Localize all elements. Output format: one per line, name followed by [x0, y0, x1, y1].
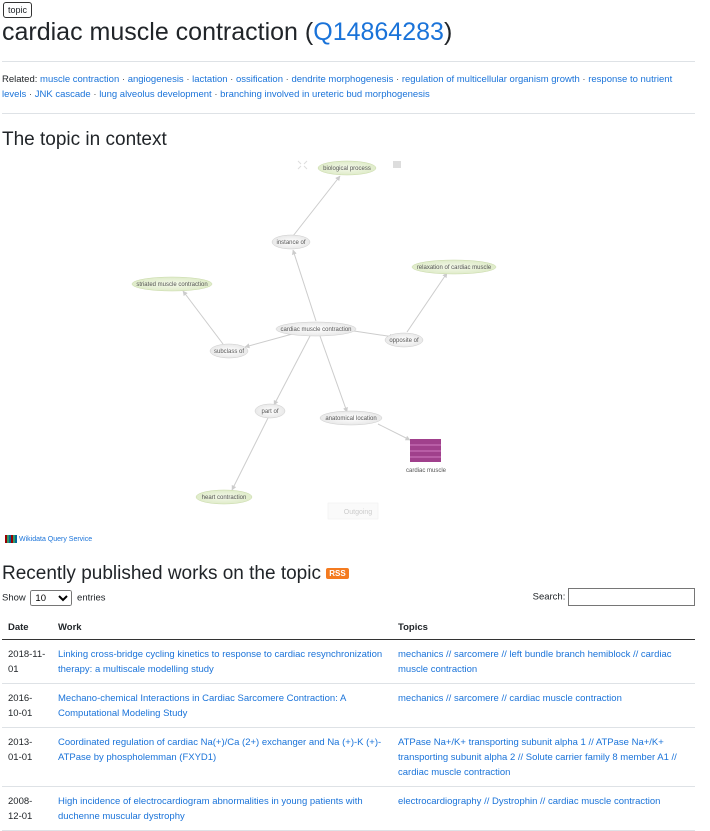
topic-badge: topic	[3, 2, 33, 18]
graph-edge	[273, 335, 311, 406]
work-column-header[interactable]: Work	[52, 617, 392, 640]
show-label: Show	[2, 592, 26, 604]
search-box: Search:	[533, 588, 695, 606]
related-link[interactable]: muscle contraction	[40, 74, 119, 85]
page-title: cardiac muscle contraction (Q14864283)	[2, 18, 452, 47]
work-link[interactable]: High incidence of electrocardiogram abno…	[58, 796, 363, 822]
svg-text:anatomical location: anatomical location	[325, 416, 376, 422]
title-open-paren: (	[297, 18, 314, 46]
table-row: 2016-10-01 Mechano-chemical Interactions…	[2, 683, 695, 728]
works-heading: Recently published works on the topic RS…	[2, 563, 349, 585]
graph-node-anatomical-location[interactable]: anatomical location	[319, 410, 383, 426]
svg-text:biological process: biological process	[323, 166, 371, 172]
works-heading-text: Recently published works on the topic	[2, 563, 321, 584]
svg-text:cardiac muscle: cardiac muscle	[406, 468, 447, 474]
graph-node-relaxation[interactable]: relaxation of cardiac muscle	[411, 259, 497, 275]
related-label: Related:	[2, 74, 38, 85]
related-link[interactable]: dendrite morphogenesis	[291, 74, 393, 85]
graph-edge	[231, 417, 269, 491]
work-link[interactable]: Mechano-chemical Interactions in Cardiac…	[58, 693, 346, 719]
wikidata-query-service-link[interactable]: Wikidata Query Service	[5, 535, 92, 543]
date-cell: 2016-10-01	[2, 683, 52, 728]
graph-node-instance-of[interactable]: instance of	[271, 234, 311, 250]
title-name: cardiac muscle contraction	[2, 18, 298, 46]
graph-node-heart-contraction[interactable]: heart contraction	[195, 489, 253, 505]
search-label: Search:	[532, 591, 566, 603]
graph-node-subclass-of[interactable]: subclass of	[209, 343, 249, 359]
related-link[interactable]: ossification	[236, 74, 283, 85]
svg-text:heart contraction: heart contraction	[202, 495, 247, 501]
title-close-paren: )	[443, 18, 453, 46]
graph-edge	[406, 272, 448, 333]
svg-text:opposite of: opposite of	[389, 338, 419, 344]
search-input[interactable]	[568, 588, 695, 606]
graph-node-part-of[interactable]: part of	[254, 403, 286, 419]
graph-edge	[292, 175, 341, 237]
graph-node-opposite-of[interactable]: opposite of	[384, 332, 424, 348]
svg-text:cardiac muscle contraction: cardiac muscle contraction	[280, 327, 351, 333]
work-link[interactable]: Linking cross-bridge cycling kinetics to…	[58, 649, 382, 675]
works-table: Date Work Topics 2018-11-01 Linking cros…	[2, 617, 695, 831]
related-link[interactable]: regulation of multicellular organism gro…	[402, 74, 580, 85]
graph-node-biological-process[interactable]: biological process	[317, 160, 377, 176]
date-column-header[interactable]: Date	[2, 617, 52, 640]
related-link[interactable]: branching involved in ureteric bud morph…	[220, 89, 430, 100]
topics-link[interactable]: electrocardiography // Dystrophin // car…	[398, 796, 660, 807]
context-heading: The topic in context	[2, 129, 167, 150]
topics-link[interactable]: mechanics // sarcomere // cardiac muscle…	[398, 693, 622, 704]
svg-text:instance of: instance of	[276, 240, 305, 246]
graph-edge	[319, 335, 348, 413]
topics-link[interactable]: mechanics // sarcomere // left bundle br…	[398, 649, 672, 675]
graph-node-striated[interactable]: striated muscle contraction	[131, 276, 213, 292]
topic-graph: biological process instance of relaxatio…	[131, 160, 497, 520]
expand-icon	[297, 160, 308, 170]
graph-node-center[interactable]: cardiac muscle contraction	[275, 321, 357, 337]
table-header-row: Date Work Topics	[2, 617, 695, 640]
related-link[interactable]: JNK cascade	[35, 89, 91, 100]
wikidata-logo-icon	[5, 535, 17, 543]
page-size-select[interactable]: 10	[30, 590, 73, 606]
svg-text:relaxation of cardiac muscle: relaxation of cardiac muscle	[417, 265, 492, 271]
qid-link[interactable]: Q14864283	[313, 18, 444, 46]
table-row: 2013-01-01 Coordinated regulation of car…	[2, 727, 695, 787]
date-cell: 2018-11-01	[2, 639, 52, 684]
graph-edge	[292, 249, 317, 322]
topics-link[interactable]: ATPase Na+/K+ transporting subunit alpha…	[398, 737, 677, 778]
divider	[2, 113, 695, 114]
svg-text:Outgoing: Outgoing	[344, 509, 373, 516]
menu-icon	[393, 161, 401, 168]
related-link[interactable]: angiogenesis	[128, 74, 184, 85]
wikidata-query-service-label: Wikidata Query Service	[19, 535, 93, 543]
table-controls: Show 10 entries Search:	[2, 588, 695, 606]
related-link[interactable]: lactation	[192, 74, 227, 85]
graph-edge	[244, 332, 297, 349]
svg-text:part of: part of	[261, 409, 278, 415]
entries-label: entries	[77, 592, 106, 604]
date-cell: 2013-01-01	[2, 727, 52, 787]
related-list: Related: muscle contraction · angiogenes…	[2, 74, 673, 100]
outgoing-button[interactable]: Outgoing	[327, 502, 379, 520]
rss-icon[interactable]: RSS	[326, 568, 349, 580]
graph-node-cardiac-muscle[interactable]: cardiac muscle	[406, 439, 447, 474]
graph-edge	[182, 290, 224, 345]
topics-column-header[interactable]: Topics	[392, 617, 695, 640]
divider	[2, 61, 695, 62]
related-link[interactable]: lung alveolus development	[99, 89, 212, 100]
svg-text:striated muscle contraction: striated muscle contraction	[136, 282, 207, 288]
work-link[interactable]: Coordinated regulation of cardiac Na(+)/…	[58, 737, 381, 763]
table-row: 2018-11-01 Linking cross-bridge cycling …	[2, 639, 695, 684]
svg-text:subclass of: subclass of	[214, 349, 244, 355]
graph-edge	[377, 423, 411, 441]
